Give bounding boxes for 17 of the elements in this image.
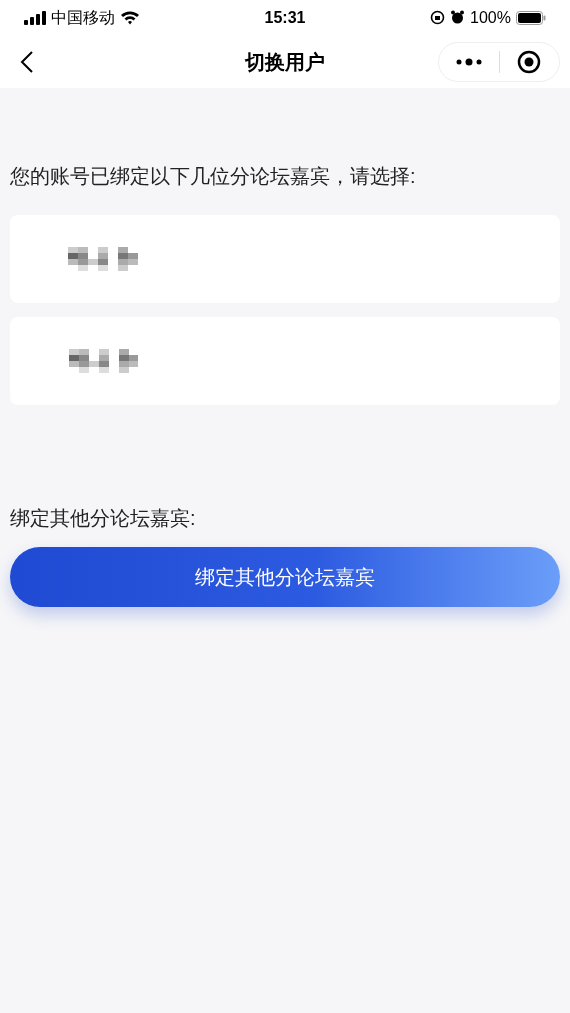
signal-icon <box>24 10 46 25</box>
section-label: 绑定其他分论坛嘉宾: <box>10 506 197 531</box>
battery-icon <box>516 10 546 25</box>
prompt-text: 您的账号已绑定以下几位分论坛嘉宾，请选择: <box>10 164 417 189</box>
more-icon <box>455 57 482 66</box>
rotation-lock-icon <box>430 10 446 25</box>
battery-percent: 100% <box>470 7 511 28</box>
target-circle-icon <box>517 49 542 74</box>
bind-other-button[interactable]: 绑定其他分论坛嘉宾 <box>10 547 560 607</box>
page-title: 切换用户 <box>245 49 325 75</box>
wifi-icon <box>120 10 140 25</box>
redacted-name-drawing <box>68 247 138 271</box>
alarm-icon <box>450 10 466 25</box>
redacted-name-drawing <box>68 349 138 373</box>
carrier-name: 中国移动 <box>51 7 115 28</box>
back-chevron-icon <box>20 49 34 74</box>
clock-time: 15:31 <box>264 7 306 28</box>
